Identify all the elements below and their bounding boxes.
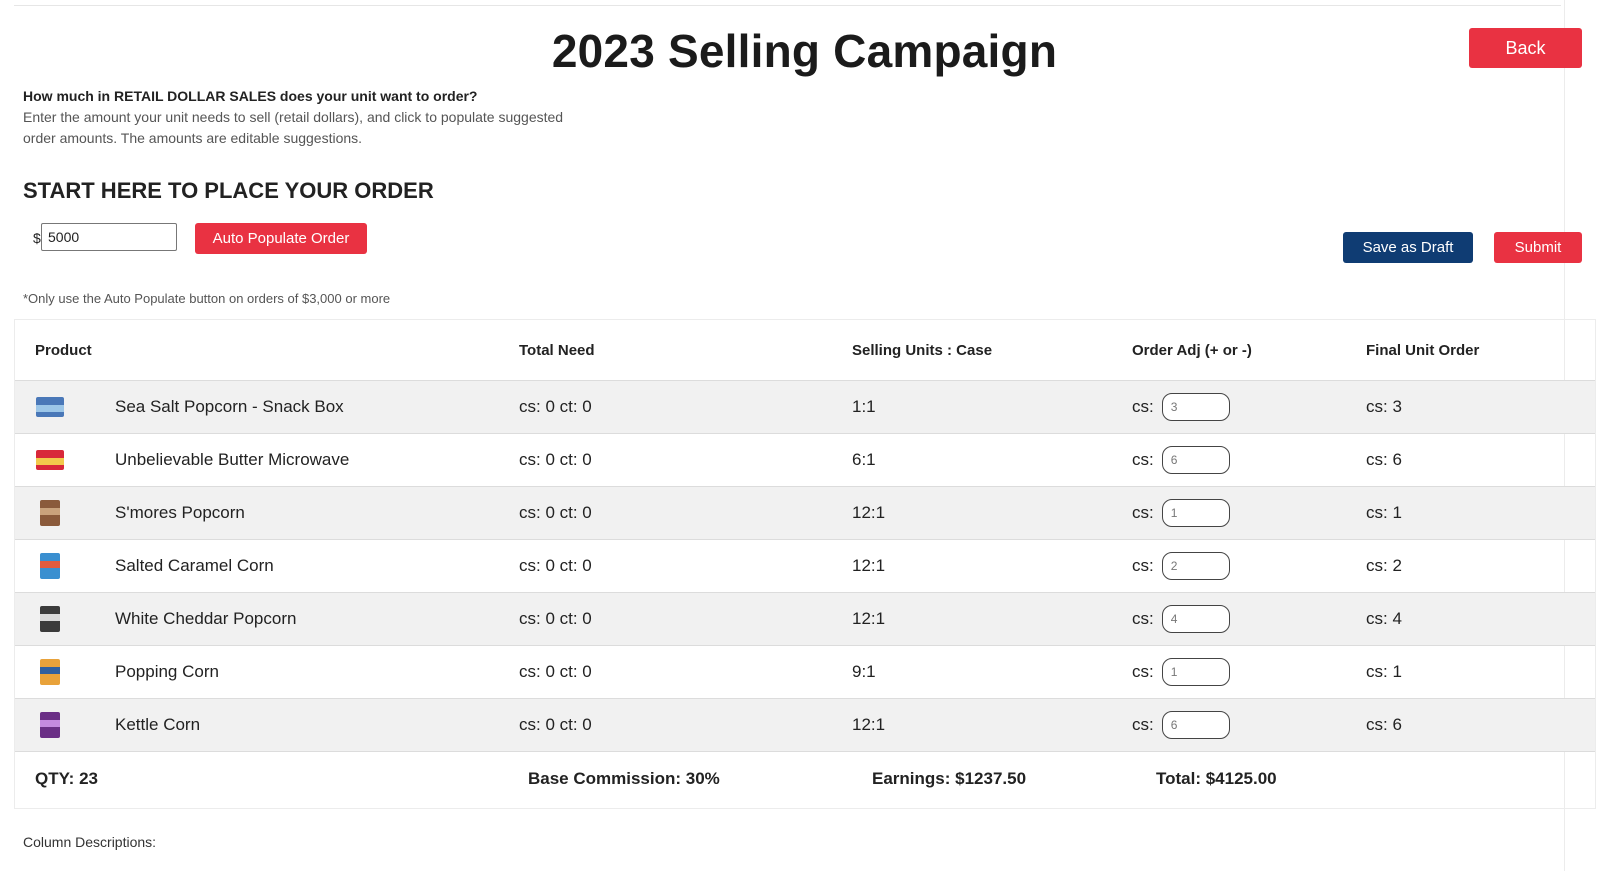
currency-symbol: $	[33, 230, 41, 246]
butter-microwave-box-icon	[35, 434, 65, 486]
header-selling-units: Selling Units : Case	[852, 341, 993, 359]
final-unit-order: cs: 3	[1366, 397, 1402, 416]
final-unit-order: cs: 1	[1366, 662, 1402, 681]
popping-corn-jar-icon	[35, 646, 65, 698]
product-name: Popping Corn	[115, 662, 219, 681]
order-adj-input[interactable]	[1161, 552, 1230, 580]
total-need: cs: 0 ct: 0	[519, 556, 592, 575]
cs-label: cs:	[1132, 609, 1154, 628]
order-adj-input[interactable]	[1161, 499, 1230, 527]
smores-bag-icon	[35, 487, 65, 539]
product-name: Kettle Corn	[115, 715, 201, 734]
selling-units: 6:1	[852, 450, 876, 469]
footer-commission: Base Commission: 30%	[528, 769, 720, 788]
order-adj-input[interactable]	[1161, 605, 1230, 633]
product-name: S'mores Popcorn	[115, 503, 245, 522]
product-name: White Cheddar Popcorn	[115, 609, 297, 628]
footer-qty: QTY: 23	[35, 769, 98, 788]
page-title: 2023 Selling Campaign	[551, 25, 1058, 77]
product-name: Unbelievable Butter Microwave	[115, 450, 350, 469]
total-need: cs: 0 ct: 0	[519, 662, 592, 681]
order-adj-input[interactable]	[1161, 446, 1230, 474]
table-row: S'mores Popcorn cs: 0 ct: 0 12:1 cs: cs: 1	[15, 487, 1595, 540]
selling-units: 12:1	[852, 556, 886, 575]
footer-total: Total: $4125.00	[1156, 769, 1277, 788]
table-header-row: Product Total Need Selling Units : Case …	[15, 320, 1595, 381]
order-adj-cell: cs:	[1132, 646, 1230, 698]
selling-units: 12:1	[852, 715, 886, 734]
order-table: Product Total Need Selling Units : Case …	[14, 319, 1596, 809]
header-order-adj: Order Adj (+ or -)	[1132, 341, 1252, 359]
auto-populate-button[interactable]: Auto Populate Order	[195, 223, 367, 254]
cs-label: cs:	[1132, 450, 1154, 469]
selling-units: 12:1	[852, 609, 886, 628]
cs-label: cs:	[1132, 556, 1154, 575]
intro-question: How much in RETAIL DOLLAR SALES does you…	[23, 88, 478, 104]
product-name: Sea Salt Popcorn - Snack Box	[115, 397, 344, 416]
kettle-corn-bag-icon	[35, 699, 65, 751]
order-adj-input[interactable]	[1161, 711, 1230, 739]
table-row: Popping Corn cs: 0 ct: 0 9:1 cs: cs: 1	[15, 646, 1595, 699]
submit-button[interactable]: Submit	[1494, 232, 1582, 263]
final-unit-order: cs: 1	[1366, 503, 1402, 522]
order-adj-input[interactable]	[1161, 393, 1230, 421]
order-adj-cell: cs:	[1132, 593, 1230, 645]
final-unit-order: cs: 4	[1366, 609, 1402, 628]
cs-label: cs:	[1132, 397, 1154, 416]
intro-section: How much in RETAIL DOLLAR SALES does you…	[23, 88, 583, 149]
footer-earnings: Earnings: $1237.50	[872, 769, 1027, 788]
order-adj-cell: cs:	[1132, 434, 1230, 486]
column-descriptions-label: Column Descriptions:	[23, 834, 157, 850]
order-adj-cell: cs:	[1132, 540, 1230, 592]
cs-label: cs:	[1132, 503, 1154, 522]
header-total-need: Total Need	[519, 341, 595, 359]
salted-caramel-bag-icon	[35, 540, 65, 592]
product-name: Salted Caramel Corn	[115, 556, 274, 575]
final-unit-order: cs: 6	[1366, 450, 1402, 469]
cs-label: cs:	[1132, 715, 1154, 734]
table-row: White Cheddar Popcorn cs: 0 ct: 0 12:1 cs: c…	[15, 593, 1595, 646]
order-adj-cell: cs:	[1132, 381, 1230, 433]
order-adj-input[interactable]	[1161, 658, 1230, 686]
top-divider	[14, 5, 1561, 6]
table-row: Sea Salt Popcorn - Snack Box cs: 0 ct: 0 1…	[15, 381, 1595, 434]
selling-units: 9:1	[852, 662, 876, 681]
selling-units: 12:1	[852, 503, 886, 522]
total-need: cs: 0 ct: 0	[519, 450, 592, 469]
table-row: Kettle Corn cs: 0 ct: 0 12:1 cs: cs: 6	[15, 699, 1595, 752]
total-need: cs: 0 ct: 0	[519, 609, 592, 628]
order-start-heading: START HERE TO PLACE YOUR ORDER	[23, 178, 434, 203]
header-product: Product	[35, 341, 92, 359]
final-unit-order: cs: 6	[1366, 715, 1402, 734]
final-unit-order: cs: 2	[1366, 556, 1402, 575]
order-adj-cell: cs:	[1132, 699, 1230, 751]
popcorn-snack-box-icon	[35, 381, 65, 433]
selling-units: 1:1	[852, 397, 876, 416]
order-adj-cell: cs:	[1132, 487, 1230, 539]
table-footer-row: QTY: 23 Base Commission: 30% Earnings: $…	[15, 752, 1595, 806]
intro-description: Enter the amount your unit needs to sell…	[23, 109, 564, 146]
total-need: cs: 0 ct: 0	[519, 503, 592, 522]
table-row: Unbelievable Butter Microwave cs: 0 ct: 0…	[15, 434, 1595, 487]
white-cheddar-bag-icon	[35, 593, 65, 645]
cs-label: cs:	[1132, 662, 1154, 681]
total-need: cs: 0 ct: 0	[519, 397, 592, 416]
save-draft-button[interactable]: Save as Draft	[1343, 232, 1473, 263]
retail-amount-input[interactable]	[41, 223, 177, 251]
auto-populate-note: *Only use the Auto Populate button on or…	[23, 291, 391, 306]
table-row: Salted Caramel Corn cs: 0 ct: 0 12:1 cs: cs:…	[15, 540, 1595, 593]
total-need: cs: 0 ct: 0	[519, 715, 592, 734]
back-button[interactable]: Back	[1469, 28, 1582, 68]
header-final-unit-order: Final Unit Order	[1366, 341, 1480, 359]
